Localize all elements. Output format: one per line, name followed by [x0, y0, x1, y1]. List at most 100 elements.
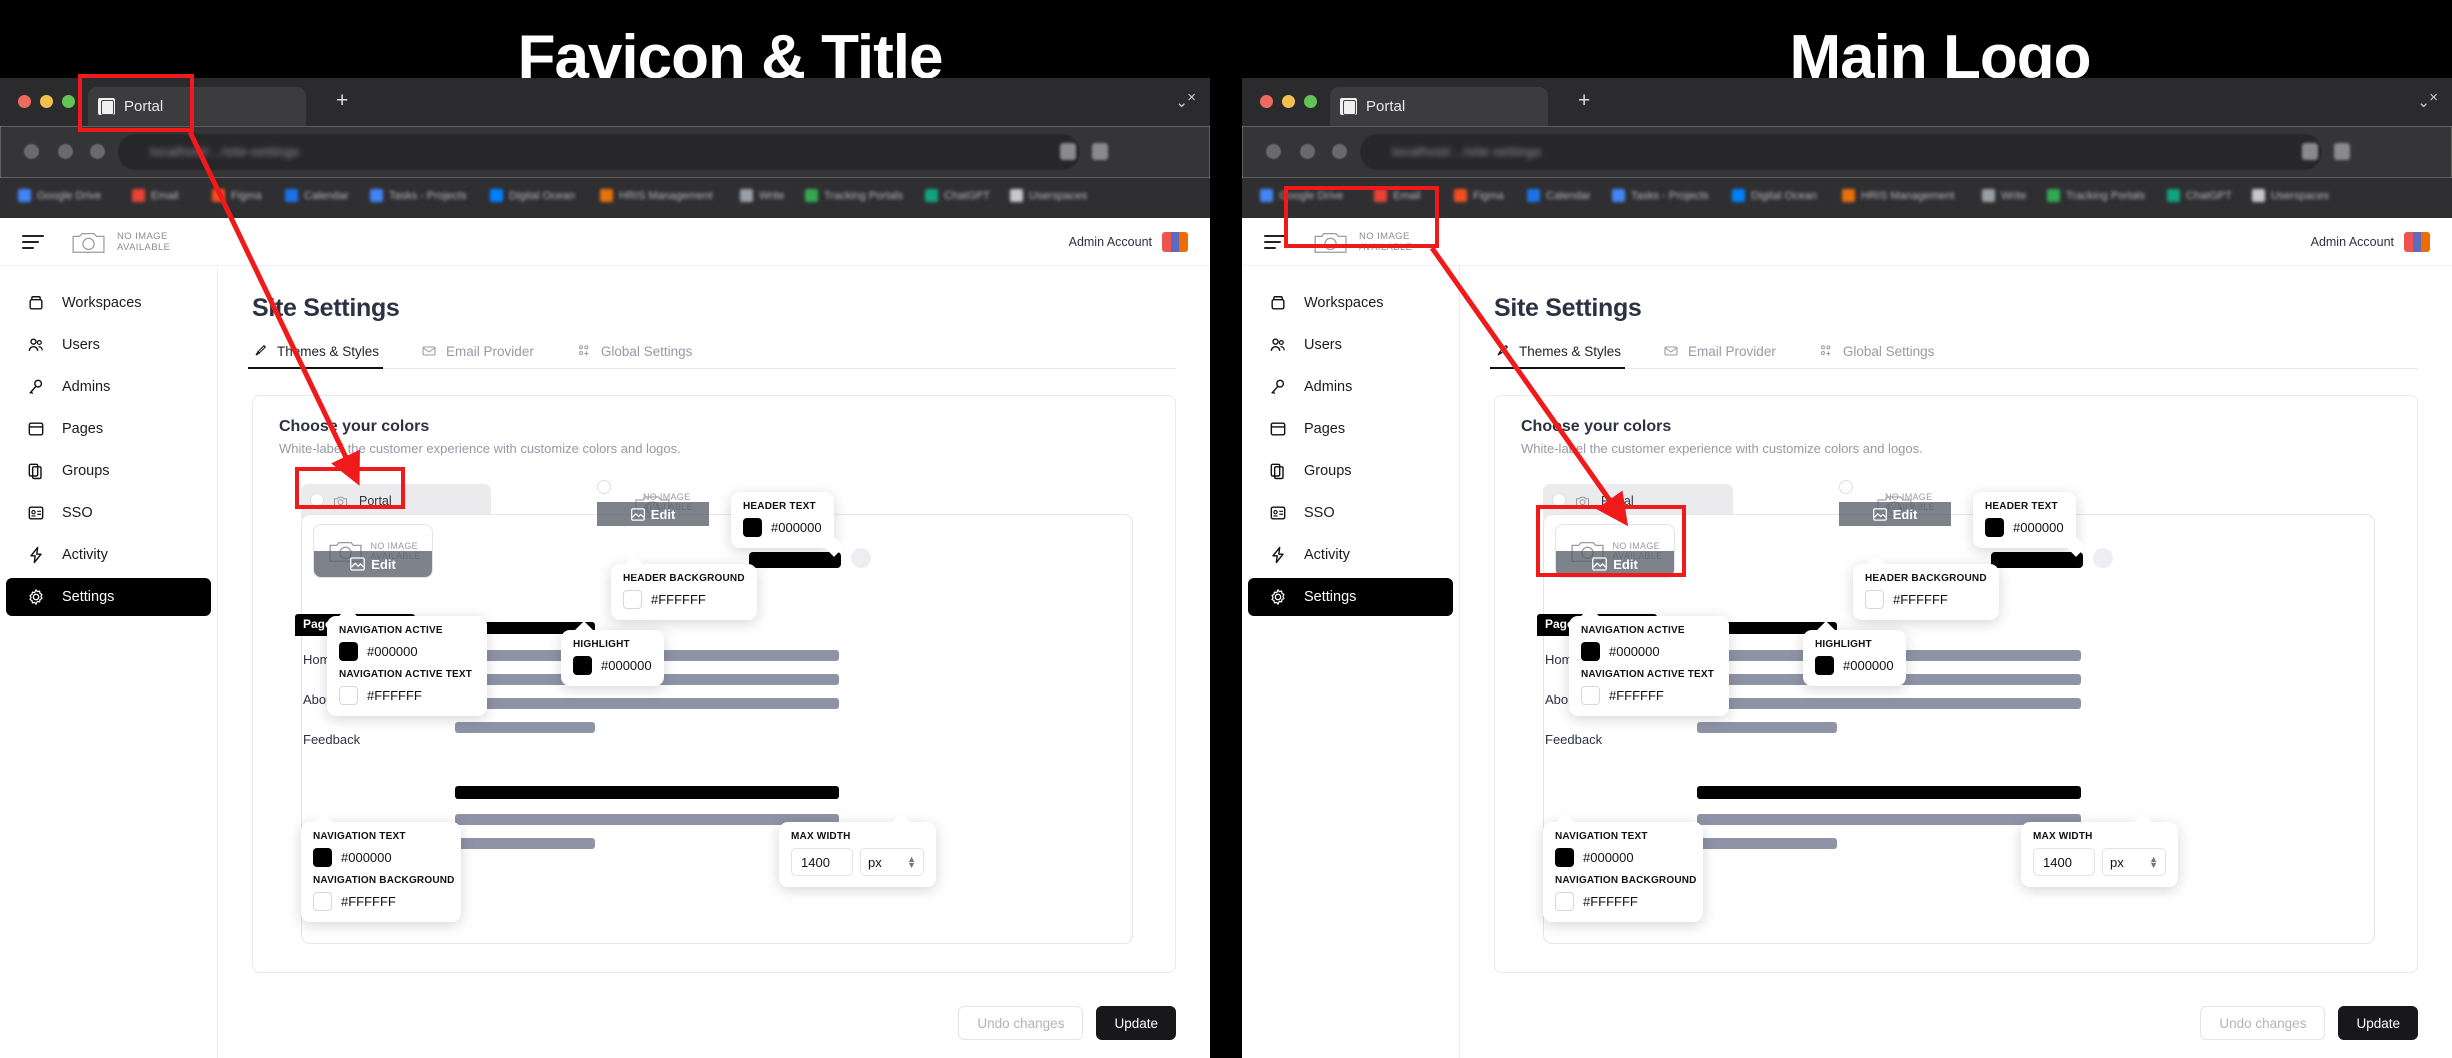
- close-window-button[interactable]: [1260, 95, 1273, 108]
- window-controls[interactable]: [18, 95, 75, 108]
- bookmark-item[interactable]: Google Drive: [18, 189, 101, 202]
- maximize-window-button[interactable]: [1304, 95, 1317, 108]
- update-button[interactable]: Update: [1096, 1006, 1176, 1040]
- sidebar-item-sso[interactable]: SSO: [1248, 494, 1453, 532]
- bookmark-item[interactable]: Tracking Portals: [805, 189, 903, 202]
- sidebar-item-pages[interactable]: Pages: [6, 410, 211, 448]
- max-width-unit-select[interactable]: px ▲ ▼: [2102, 848, 2166, 876]
- account-area[interactable]: Admin Account: [1069, 231, 1188, 252]
- swatch-navigation-text[interactable]: NAVIGATION TEXT #000000 NAVIGATION BACKG…: [301, 813, 461, 922]
- close-window-button[interactable]: [18, 95, 31, 108]
- reload-icon[interactable]: [90, 144, 105, 159]
- sidebar-item-settings[interactable]: Settings: [6, 578, 211, 616]
- color-swatch[interactable]: [339, 686, 358, 705]
- undo-changes-button[interactable]: Undo changes: [958, 1006, 1084, 1040]
- back-icon[interactable]: [24, 144, 39, 159]
- color-swatch[interactable]: [1581, 642, 1600, 661]
- extension-icon-1[interactable]: [1060, 143, 1076, 160]
- color-swatch[interactable]: [573, 656, 592, 675]
- sidebar-item-workspaces[interactable]: Workspaces: [1248, 284, 1453, 322]
- tab-global-settings[interactable]: Global Settings: [1818, 343, 1934, 368]
- bookmark-item[interactable]: ChatGPT: [925, 189, 990, 202]
- extension-icon-1[interactable]: [2302, 143, 2318, 160]
- window-controls[interactable]: [1260, 95, 1317, 108]
- bookmark-item[interactable]: Userspaces: [1010, 189, 1087, 202]
- swatch-highlight[interactable]: HIGHLIGHT #000000: [1803, 621, 1906, 686]
- bookmark-item[interactable]: Tasks - Projects: [1612, 189, 1709, 202]
- sidebar-item-pages[interactable]: Pages: [1248, 410, 1453, 448]
- max-width-input[interactable]: 1400: [791, 848, 853, 876]
- back-icon[interactable]: [1266, 144, 1281, 159]
- forward-icon[interactable]: [1300, 144, 1315, 159]
- color-swatch[interactable]: [743, 518, 762, 537]
- menu-toggle-icon[interactable]: [1264, 234, 1286, 250]
- edit-logo-button-2[interactable]: Edit: [597, 502, 709, 526]
- bookmark-item[interactable]: Figma: [1454, 189, 1504, 202]
- bookmark-item[interactable]: Calendar: [1527, 189, 1591, 202]
- color-swatch[interactable]: [623, 590, 642, 609]
- color-swatch[interactable]: [339, 642, 358, 661]
- stepper-icon[interactable]: ▲ ▼: [907, 855, 916, 870]
- sidebar-item-admins[interactable]: Admins: [1248, 368, 1453, 406]
- app-logo-slot[interactable]: NO IMAGE AVAILABLE: [70, 228, 170, 256]
- color-swatch[interactable]: [1581, 686, 1600, 705]
- new-tab-icon[interactable]: +: [336, 89, 348, 113]
- sidebar-item-settings[interactable]: Settings: [1248, 578, 1453, 616]
- max-width-unit-select[interactable]: px ▲ ▼: [860, 848, 924, 876]
- max-width-input[interactable]: 1400: [2033, 848, 2095, 876]
- update-button[interactable]: Update: [2338, 1006, 2418, 1040]
- close-tab-icon[interactable]: ×: [2429, 89, 2438, 106]
- tab-themes-and-styles[interactable]: Themes & Styles: [247, 343, 384, 369]
- sidebar-item-activity[interactable]: Activity: [1248, 536, 1453, 574]
- minimize-window-button[interactable]: [1282, 95, 1295, 108]
- sidebar-item-users[interactable]: Users: [1248, 326, 1453, 364]
- color-swatch[interactable]: [1815, 656, 1834, 675]
- sidebar-item-users[interactable]: Users: [6, 326, 211, 364]
- preview-main-logo[interactable]: NO IMAGE AVAILABLE Edit: [313, 524, 433, 578]
- bookmark-item[interactable]: Tasks - Projects: [370, 189, 467, 202]
- swatch-header-background[interactable]: HEADER BACKGROUND #FFFFFF: [1853, 555, 1999, 620]
- avatar[interactable]: [2404, 231, 2430, 252]
- color-swatch[interactable]: [1865, 590, 1884, 609]
- bookmark-item[interactable]: ChatGPT: [2167, 189, 2232, 202]
- swatch-navigation-active[interactable]: NAVIGATION ACTIVE #000000 NAVIGATION ACT…: [1569, 607, 1729, 716]
- menu-toggle-icon[interactable]: [22, 234, 44, 250]
- forward-icon[interactable]: [58, 144, 73, 159]
- sidebar-item-admins[interactable]: Admins: [6, 368, 211, 406]
- swatch-highlight[interactable]: HIGHLIGHT #000000: [561, 621, 664, 686]
- color-swatch[interactable]: [313, 892, 332, 911]
- swatch-header-text[interactable]: HEADER TEXT #000000: [731, 492, 844, 557]
- max-width-control[interactable]: MAX WIDTH 1400 px ▲ ▼: [2021, 813, 2178, 887]
- preview-secondary-logo[interactable]: NO IMAGE AVAILABLE Edit: [1839, 480, 1951, 532]
- swatch-header-background[interactable]: HEADER BACKGROUND #FFFFFF: [611, 555, 757, 620]
- bookmark-item[interactable]: Figma: [212, 189, 262, 202]
- color-swatch[interactable]: [313, 848, 332, 867]
- extension-icon-2[interactable]: [1092, 143, 1108, 160]
- browser-tab[interactable]: Portal: [1330, 87, 1548, 126]
- tab-themes-and-styles[interactable]: Themes & Styles: [1489, 343, 1626, 369]
- swatch-navigation-text[interactable]: NAVIGATION TEXT #000000 NAVIGATION BACKG…: [1543, 813, 1703, 922]
- swatch-header-text[interactable]: HEADER TEXT #000000: [1973, 492, 2086, 557]
- bookmark-item[interactable]: Digital Ocean: [490, 189, 575, 202]
- color-swatch[interactable]: [1985, 518, 2004, 537]
- tab-list-chevron-icon[interactable]: ⌄: [1175, 93, 1188, 111]
- avatar[interactable]: [1162, 231, 1188, 252]
- bookmark-item[interactable]: Userspaces: [2252, 189, 2329, 202]
- tab-email-provider[interactable]: Email Provider: [1663, 343, 1776, 368]
- edit-logo-button-2[interactable]: Edit: [1839, 502, 1951, 526]
- bookmark-item[interactable]: Write: [1982, 189, 2026, 202]
- reload-icon[interactable]: [1332, 144, 1347, 159]
- sidebar-item-groups[interactable]: Groups: [1248, 452, 1453, 490]
- max-width-control[interactable]: MAX WIDTH 1400 px ▲ ▼: [779, 813, 936, 887]
- extension-icon-2[interactable]: [2334, 143, 2350, 160]
- tab-global-settings[interactable]: Global Settings: [576, 343, 692, 368]
- stepper-icon[interactable]: ▲ ▼: [2149, 855, 2158, 870]
- bookmark-item[interactable]: Write: [740, 189, 784, 202]
- color-swatch[interactable]: [1555, 848, 1574, 867]
- close-tab-icon[interactable]: ×: [1187, 89, 1196, 106]
- bookmark-item[interactable]: Tracking Portals: [2047, 189, 2145, 202]
- bookmark-item[interactable]: HRIS Management: [1842, 189, 1955, 202]
- tab-list-chevron-icon[interactable]: ⌄: [2417, 93, 2430, 111]
- preview-secondary-logo[interactable]: NO IMAGE AVAILABLE Edit: [597, 480, 709, 532]
- sidebar-item-workspaces[interactable]: Workspaces: [6, 284, 211, 322]
